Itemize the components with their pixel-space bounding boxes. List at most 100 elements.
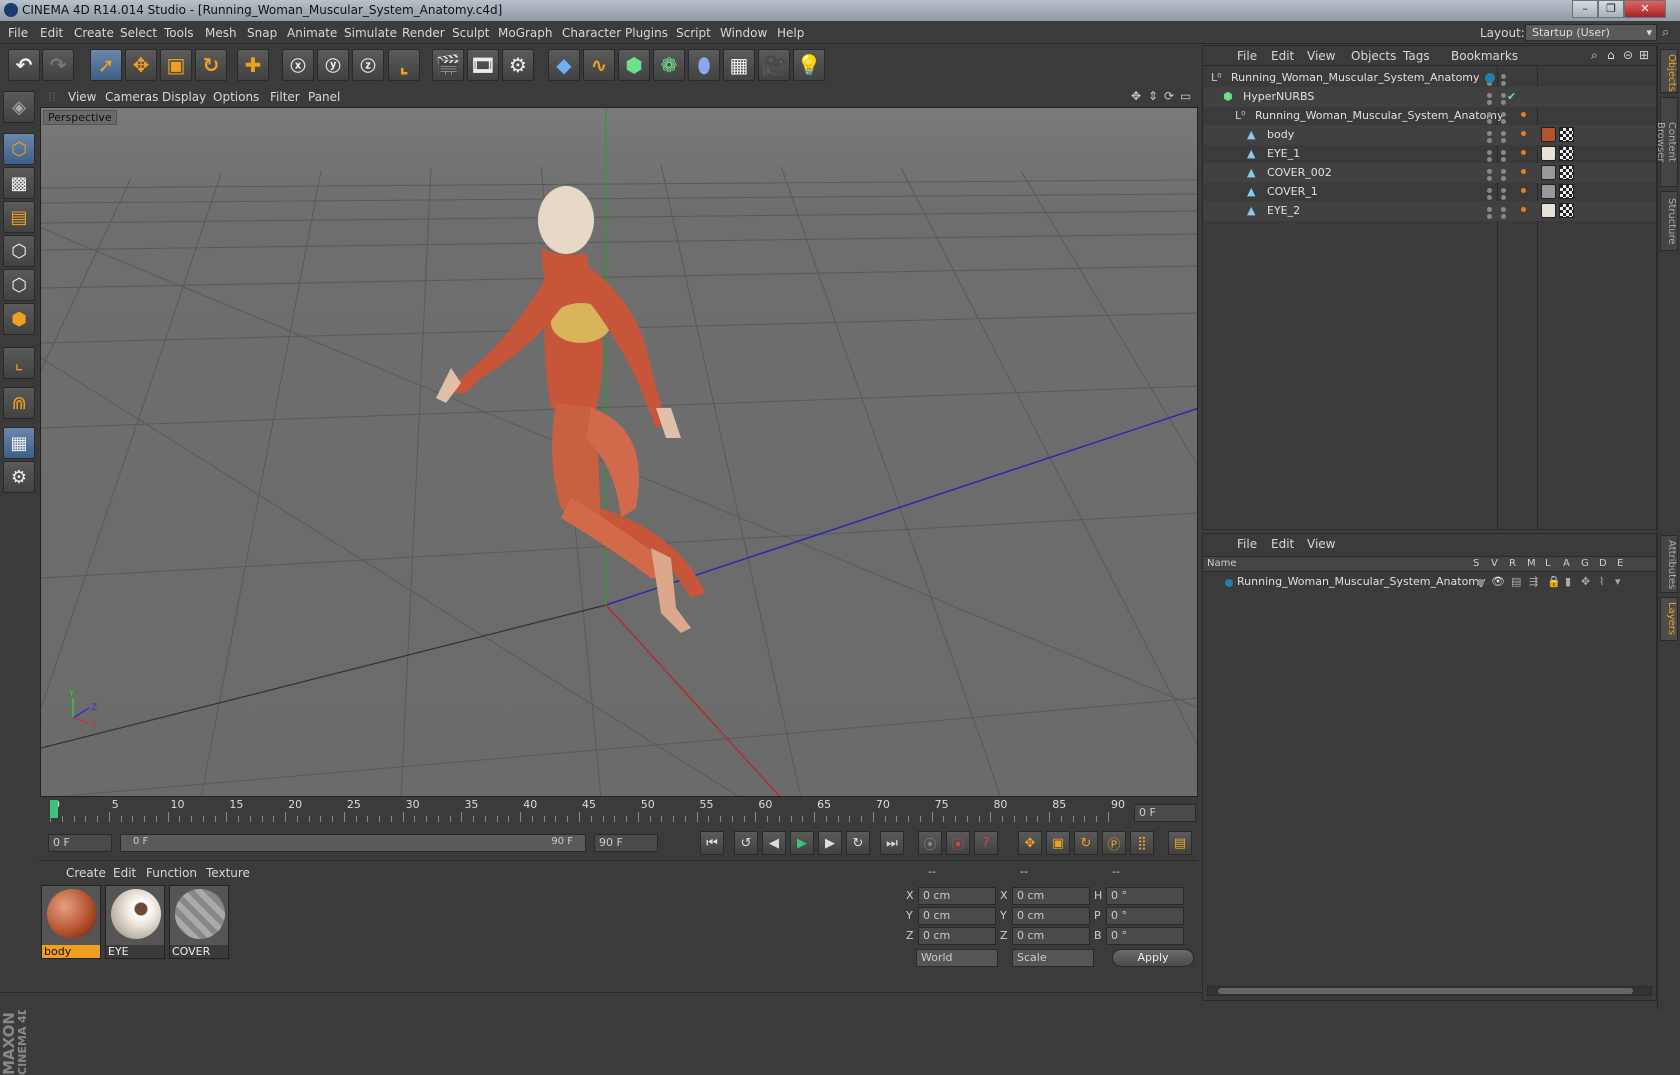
deformer-icon[interactable]: ⬮ — [688, 49, 720, 81]
menu-script[interactable]: Script — [676, 26, 711, 40]
phong-tag-icon[interactable] — [1521, 169, 1526, 174]
menu-tools[interactable]: Tools — [164, 26, 194, 40]
layer-col-a[interactable]: A — [1563, 558, 1570, 569]
zoom-view-icon[interactable]: ⇕ — [1148, 89, 1158, 103]
previous-key-icon[interactable]: ↺ — [734, 831, 758, 855]
objects-menu-file[interactable]: File — [1237, 49, 1257, 63]
layer-locked-icon[interactable]: 🔒 — [1547, 572, 1561, 592]
scale-icon[interactable]: ▣ — [160, 49, 192, 81]
visibility-dot[interactable] — [1501, 188, 1506, 193]
pan-view-icon[interactable]: ✥ — [1131, 89, 1141, 103]
close-button[interactable]: ✕ — [1624, 0, 1666, 18]
points-mode-icon[interactable]: ⬡ — [3, 235, 35, 267]
texture-tag-icon[interactable] — [1559, 184, 1574, 199]
texture-tag-icon[interactable] — [1559, 165, 1574, 180]
object-name[interactable]: EYE_1 — [1267, 144, 1300, 164]
menu-edit[interactable]: Edit — [40, 26, 63, 40]
material-tag-icon[interactable] — [1541, 203, 1556, 218]
undo-icon[interactable]: ↶ — [8, 49, 40, 81]
object-name[interactable]: EYE_2 — [1267, 201, 1300, 221]
material-cover[interactable]: COVER — [169, 885, 229, 959]
layout-select[interactable]: Startup (User) ▾ — [1525, 24, 1657, 41]
objects-menu-edit[interactable]: Edit — [1271, 49, 1294, 63]
object-row[interactable]: L⁰ Running_Woman_Muscular_System_Anatomy — [1203, 68, 1656, 88]
scale-select[interactable]: Scale — [1012, 949, 1094, 967]
start-frame-field[interactable]: 0 F — [48, 834, 112, 852]
objects-menu-view[interactable]: View — [1307, 49, 1335, 63]
material-tag-icon[interactable] — [1541, 146, 1556, 161]
menu-create[interactable]: Create — [74, 26, 114, 40]
visibility-dot[interactable] — [1501, 74, 1506, 79]
autokeying-icon[interactable]: ⦿ — [946, 831, 970, 855]
timeline-playhead[interactable] — [50, 800, 58, 818]
move-icon[interactable]: ✥ — [125, 49, 157, 81]
position-z-field[interactable]: 0 cm — [918, 927, 996, 945]
minimize-button[interactable]: – — [1572, 0, 1598, 18]
tab-attributes[interactable]: Attributes — [1660, 535, 1678, 593]
world-select[interactable]: World — [916, 949, 998, 967]
object-row[interactable]: L⁰ Running_Woman_Muscular_System_Anatomy — [1203, 106, 1656, 126]
object-row[interactable]: ▲ body — [1203, 125, 1656, 145]
menu-animate[interactable]: Animate — [287, 26, 337, 40]
floor-icon[interactable]: ▦ — [723, 49, 755, 81]
layer-row[interactable]: Running_Woman_Muscular_System_Anatomy 👁 … — [1203, 572, 1656, 592]
visibility-dot[interactable] — [1487, 93, 1492, 98]
visibility-dot[interactable] — [1501, 195, 1506, 200]
visibility-dot[interactable] — [1487, 207, 1492, 212]
coordinate-system-icon[interactable]: ⌞ — [388, 49, 420, 81]
viewport-menu-display[interactable]: Display — [162, 90, 206, 104]
record-keys-icon[interactable]: ⦿ — [918, 831, 942, 855]
objects-menu-objects[interactable]: Objects — [1351, 49, 1396, 63]
material-menu-texture[interactable]: Texture — [206, 866, 250, 880]
visibility-dot[interactable] — [1501, 119, 1506, 124]
visibility-dot[interactable] — [1501, 169, 1506, 174]
layers-menu-file[interactable]: File — [1237, 537, 1257, 551]
material-menu-function[interactable]: Function — [146, 866, 197, 880]
menu-simulate[interactable]: Simulate — [344, 26, 397, 40]
visibility-dot[interactable] — [1487, 157, 1492, 162]
key-pla-icon[interactable]: ⣿ — [1130, 831, 1154, 855]
current-frame-field[interactable]: 0 F — [1134, 804, 1196, 822]
object-row[interactable]: ⬢ HyperNURBS ✔ — [1203, 87, 1656, 107]
layer-generators-icon[interactable]: ✥ — [1581, 572, 1590, 592]
viewport-menu-view[interactable]: View — [68, 90, 96, 104]
objects-menu-bookmarks[interactable]: Bookmarks — [1451, 49, 1518, 63]
enabled-check-icon[interactable]: ✔ — [1507, 87, 1516, 107]
phong-tag-icon[interactable] — [1521, 188, 1526, 193]
phong-tag-icon[interactable] — [1521, 131, 1526, 136]
spline-icon[interactable]: ∿ — [583, 49, 615, 81]
menu-mograph[interactable]: MoGraph — [498, 26, 553, 40]
size-z-field[interactable]: 0 cm — [1012, 927, 1090, 945]
snap-grid-icon[interactable]: ▦ — [3, 427, 35, 459]
object-name[interactable]: COVER_1 — [1267, 182, 1318, 202]
tab-structure[interactable]: Structure — [1660, 191, 1678, 251]
visibility-dot[interactable] — [1487, 169, 1492, 174]
phong-tag-icon[interactable] — [1521, 207, 1526, 212]
object-name[interactable]: HyperNURBS — [1243, 87, 1314, 107]
timeline[interactable]: 051015202530354045505560657075808590 0 F — [38, 798, 1198, 826]
material-menu-edit[interactable]: Edit — [113, 866, 136, 880]
position-x-field[interactable]: 0 cm — [918, 887, 996, 905]
key-parameter-icon[interactable]: Ⓟ — [1102, 831, 1126, 855]
workplane-icon[interactable]: ▤ — [3, 201, 35, 233]
menu-plugins[interactable]: Plugins — [625, 26, 668, 40]
layers-menu-edit[interactable]: Edit — [1271, 537, 1294, 551]
3d-viewport[interactable]: Y Z X Perspective — [40, 107, 1198, 797]
light-icon[interactable]: 💡 — [793, 49, 825, 81]
viewport-menu-filter[interactable]: Filter — [270, 90, 300, 104]
position-y-field[interactable]: 0 cm — [918, 907, 996, 925]
nurbs-icon[interactable]: ⬢ — [618, 49, 650, 81]
visibility-dot[interactable] — [1501, 207, 1506, 212]
horizontal-scrollbar[interactable] — [1207, 986, 1652, 996]
material-body[interactable]: body — [41, 885, 101, 959]
layer-col-s[interactable]: S — [1473, 558, 1479, 569]
go-to-start-icon[interactable]: ⏮ — [700, 831, 724, 855]
magnet-icon[interactable]: ⋒ — [3, 387, 35, 419]
size-x-field[interactable]: 0 cm — [1012, 887, 1090, 905]
viewport-menu-options[interactable]: Options — [213, 90, 259, 104]
visibility-dot[interactable] — [1501, 138, 1506, 143]
visibility-dot[interactable] — [1487, 131, 1492, 136]
search-icon[interactable]: ⌕ — [1591, 48, 1598, 63]
timeline-ruler[interactable]: 051015202530354045505560657075808590 — [50, 798, 1125, 822]
object-row[interactable]: ▲ EYE_2 — [1203, 201, 1656, 221]
